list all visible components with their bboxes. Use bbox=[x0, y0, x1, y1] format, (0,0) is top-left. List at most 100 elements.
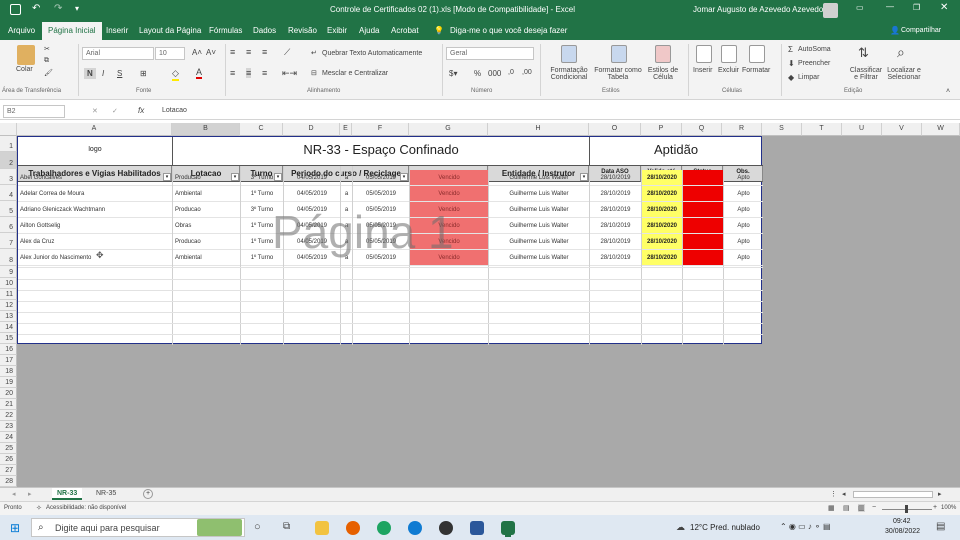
table-cell[interactable]: 05/05/2019 bbox=[353, 186, 409, 202]
table-cell[interactable]: Producao bbox=[173, 234, 240, 250]
clear-button[interactable]: Limpar bbox=[798, 74, 819, 81]
ribbon-options-icon[interactable]: ▭ bbox=[856, 3, 864, 12]
name-box[interactable]: B2 bbox=[3, 105, 65, 118]
table-cell[interactable]: Vencido bbox=[410, 170, 488, 186]
table-cell[interactable]: 28/10/2019 bbox=[590, 218, 641, 234]
table-cell[interactable]: Guilherme Luis Walter bbox=[489, 170, 589, 186]
tab-revisao[interactable]: Revisão bbox=[288, 26, 317, 35]
orientation-icon[interactable]: ⟋ bbox=[284, 47, 290, 58]
table-cell[interactable] bbox=[683, 250, 723, 266]
row-header[interactable]: 23 bbox=[0, 421, 17, 432]
hscroll-left-icon[interactable]: ◂ bbox=[842, 490, 846, 498]
sheet-tab-nr33[interactable]: NR-33 bbox=[52, 488, 83, 500]
table-cell[interactable]: Obras bbox=[173, 218, 240, 234]
row-header[interactable]: 17 bbox=[0, 355, 17, 366]
autosum-button[interactable]: AutoSoma bbox=[798, 46, 831, 53]
percent-icon[interactable]: % bbox=[474, 69, 481, 78]
find-select-button[interactable]: Localizar e Selecionar bbox=[883, 67, 925, 81]
zoom-level[interactable]: 100% bbox=[941, 505, 956, 511]
column-header[interactable]: P bbox=[641, 123, 682, 136]
row-header[interactable]: 19 bbox=[0, 377, 17, 388]
paste-button[interactable]: Colar bbox=[16, 66, 33, 73]
table-cell[interactable]: Abel Goncalves bbox=[18, 170, 172, 186]
align-left-icon[interactable]: ≡ bbox=[230, 68, 235, 78]
firefox-icon[interactable] bbox=[346, 521, 360, 535]
cancel-icon[interactable]: ✕ bbox=[92, 107, 98, 115]
column-header[interactable]: Q bbox=[682, 123, 722, 136]
save-icon[interactable] bbox=[10, 4, 21, 15]
collapse-ribbon-icon[interactable]: ˄ bbox=[946, 88, 950, 95]
row-header[interactable]: 24 bbox=[0, 432, 17, 443]
table-cell[interactable]: Adriano Gleniczack Wachtmann bbox=[18, 202, 172, 218]
row-header[interactable]: 12 bbox=[0, 300, 17, 311]
row-header[interactable]: 22 bbox=[0, 410, 17, 421]
tell-me-search[interactable]: Diga-me o que você deseja fazer bbox=[450, 26, 567, 35]
column-header[interactable]: F bbox=[352, 123, 409, 136]
column-header[interactable]: B bbox=[172, 123, 240, 136]
decrease-decimal-icon[interactable]: ,00 bbox=[522, 69, 532, 76]
row-header[interactable]: 5 bbox=[0, 201, 17, 217]
add-sheet-icon[interactable]: + bbox=[143, 489, 153, 499]
tab-acrobat[interactable]: Acrobat bbox=[391, 26, 419, 35]
task-view-icon[interactable]: ⧉ bbox=[283, 521, 290, 532]
tab-inserir[interactable]: Inserir bbox=[106, 26, 128, 35]
tab-splitter-icon[interactable]: ⋮ bbox=[830, 490, 837, 498]
table-cell[interactable]: 28/10/2020 bbox=[642, 186, 682, 202]
row-header[interactable]: 1 bbox=[0, 136, 17, 152]
table-cell[interactable]: 28/10/2019 bbox=[590, 170, 641, 186]
table-cell[interactable]: 1º Turno bbox=[241, 186, 283, 202]
column-header[interactable]: D bbox=[283, 123, 340, 136]
grow-font-icon[interactable]: A˄ bbox=[192, 48, 202, 57]
clock-time[interactable]: 09:42 bbox=[893, 518, 911, 525]
tab-layout[interactable]: Layout da Página bbox=[139, 26, 201, 35]
tab-arquivo[interactable]: Arquivo bbox=[8, 26, 35, 35]
cut-icon[interactable]: ✂ bbox=[44, 45, 50, 53]
table-cell[interactable]: Alex Junior do Nascimento bbox=[18, 250, 172, 266]
windows-start-icon[interactable]: ⊞ bbox=[10, 521, 20, 535]
borders-icon[interactable]: ⊞ bbox=[140, 69, 147, 78]
increase-decimal-icon[interactable]: ,0 bbox=[508, 69, 514, 76]
table-cell[interactable]: 28/10/2019 bbox=[590, 250, 641, 266]
zoom-in-icon[interactable]: + bbox=[933, 504, 937, 511]
conditional-format-button[interactable]: Formatação Condicional bbox=[545, 67, 593, 81]
row-header[interactable]: 3 bbox=[0, 169, 17, 185]
row-header[interactable]: 21 bbox=[0, 399, 17, 410]
page-layout-view-icon[interactable]: ▤ bbox=[843, 504, 850, 512]
column-header[interactable]: V bbox=[882, 123, 922, 136]
align-middle-icon[interactable]: ≡ bbox=[246, 47, 251, 57]
scroll-tabs-left-icon[interactable]: ◂ bbox=[12, 490, 16, 498]
row-header[interactable]: 18 bbox=[0, 366, 17, 377]
page-break-view-icon[interactable]: ▥ bbox=[858, 504, 865, 512]
table-cell[interactable]: Apto bbox=[724, 250, 763, 266]
table-cell[interactable]: Apto bbox=[724, 218, 763, 234]
table-cell[interactable]: Guilherme Luis Walter bbox=[489, 202, 589, 218]
column-header[interactable]: R bbox=[722, 123, 762, 136]
column-header[interactable]: W bbox=[922, 123, 960, 136]
formula-input[interactable]: Lotacao bbox=[162, 107, 187, 114]
table-cell[interactable]: 28/10/2019 bbox=[590, 186, 641, 202]
table-cell[interactable] bbox=[683, 218, 723, 234]
align-center-icon[interactable]: ≡ bbox=[246, 68, 252, 78]
table-cell[interactable]: 04/05/2019 bbox=[284, 186, 340, 202]
table-cell[interactable]: Guilherme Luis Walter bbox=[489, 234, 589, 250]
table-cell[interactable]: Guilherme Luis Walter bbox=[489, 218, 589, 234]
system-tray-icons[interactable]: ⌃ ◉ ▭ ♪ ⚬ ▤ bbox=[780, 522, 831, 531]
avatar[interactable] bbox=[823, 3, 838, 18]
column-header[interactable]: O bbox=[589, 123, 641, 136]
file-explorer-icon[interactable] bbox=[315, 521, 329, 535]
format-cells-button[interactable]: Formatar bbox=[742, 67, 770, 74]
row-header[interactable]: 25 bbox=[0, 443, 17, 454]
minimize-icon[interactable]: — bbox=[886, 2, 894, 11]
table-cell[interactable]: Producao bbox=[173, 170, 240, 186]
shrink-font-icon[interactable]: A˅ bbox=[206, 48, 216, 57]
comma-icon[interactable]: 000 bbox=[488, 69, 501, 78]
row-header[interactable]: 9 bbox=[0, 266, 17, 278]
close-icon[interactable]: ✕ bbox=[940, 2, 948, 13]
row-header[interactable]: 10 bbox=[0, 278, 17, 289]
zoom-slider-thumb[interactable] bbox=[905, 505, 908, 513]
cortana-icon[interactable]: ○ bbox=[254, 521, 261, 533]
paste-icon[interactable] bbox=[17, 45, 35, 65]
bold-icon[interactable]: N bbox=[84, 68, 96, 79]
row-header[interactable]: 13 bbox=[0, 311, 17, 322]
normal-view-icon[interactable]: ▦ bbox=[828, 504, 835, 512]
